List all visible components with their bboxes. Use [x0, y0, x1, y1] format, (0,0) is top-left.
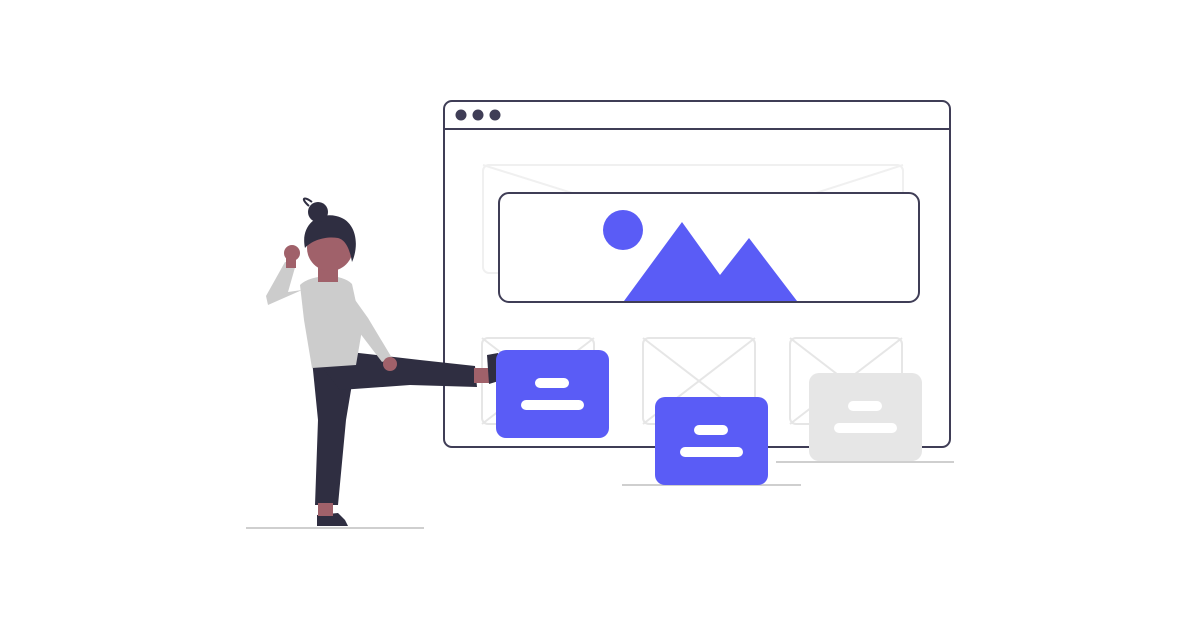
hero-image-placeholder — [498, 192, 920, 303]
text-line-long — [680, 447, 743, 457]
window-dot-2-icon — [472, 109, 484, 121]
text-line-short — [848, 401, 882, 411]
hair-bun — [308, 202, 328, 222]
lower-hand — [383, 357, 397, 371]
window-dot-1-icon — [455, 109, 467, 121]
card-kicked — [496, 350, 609, 438]
card-middle — [655, 397, 768, 485]
illustration — [246, 100, 954, 529]
sun-icon — [603, 210, 643, 250]
raised-arm — [266, 262, 302, 305]
text-line-short — [535, 378, 569, 388]
text-line-short — [694, 425, 728, 435]
text-line-long — [521, 400, 584, 410]
window-dot-3-icon — [489, 109, 501, 121]
hair-strand — [302, 197, 313, 207]
shirt — [300, 276, 362, 368]
text-line-long — [834, 423, 897, 433]
card-right — [809, 373, 922, 461]
